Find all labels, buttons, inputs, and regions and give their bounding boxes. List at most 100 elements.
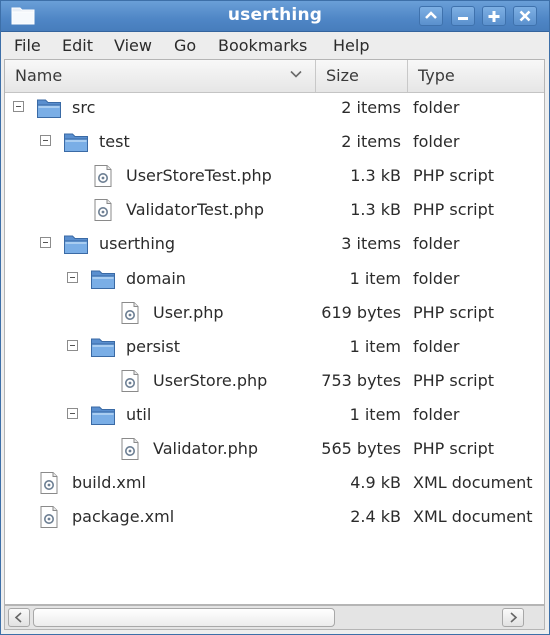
column-header-type[interactable]: Type [408, 60, 544, 92]
row-name: test [99, 132, 130, 152]
collapse-icon[interactable] [67, 407, 78, 419]
row-size: 4.9 kB [350, 473, 401, 493]
php-file-icon [117, 301, 143, 325]
menu-help[interactable]: Help [333, 36, 369, 55]
scroll-left-icon [14, 612, 22, 623]
collapse-icon[interactable] [40, 237, 51, 249]
table-row[interactable]: Validator.php 565 bytes PHP script [5, 432, 544, 466]
row-type: PHP script [413, 439, 494, 458]
row-size: 1.3 kB [350, 166, 401, 186]
maximize-button[interactable] [482, 6, 506, 26]
menu-bookmarks[interactable]: Bookmarks [218, 36, 307, 55]
collapse-icon[interactable] [67, 339, 78, 351]
shade-button[interactable] [419, 6, 443, 26]
table-row[interactable]: userthing 3 items folder [5, 227, 544, 261]
table-row[interactable]: User.php 619 bytes PHP script [5, 296, 544, 330]
scrollbar-thumb[interactable] [33, 608, 335, 627]
column-header-name-label: Name [15, 66, 63, 85]
row-size: 1.3 kB [350, 200, 401, 220]
row-name: ValidatorTest.php [126, 200, 265, 220]
row-type: XML document [413, 473, 533, 493]
row-size: 2.4 kB [350, 507, 401, 527]
scroll-right-icon [510, 612, 518, 623]
row-type: folder [413, 268, 460, 288]
table-row[interactable]: build.xml 4.9 kB XML document [5, 466, 544, 500]
row-name: util [126, 404, 152, 424]
file-list-view[interactable]: Name Size Type src 2 items folder test 2 ite… [4, 59, 545, 605]
menu-view[interactable]: View [114, 36, 152, 55]
row-type: folder [413, 132, 460, 152]
row-type: folder [413, 336, 460, 356]
column-header-bar: Name Size Type [5, 60, 544, 93]
row-size: 3 items [341, 234, 401, 254]
folder-icon [90, 335, 116, 359]
table-row[interactable]: ValidatorTest.php 1.3 kB PHP script [5, 193, 544, 227]
row-size: 1 item [349, 404, 401, 424]
xml-file-icon [36, 505, 62, 529]
row-type: PHP script [413, 302, 494, 322]
row-size: 1 item [349, 268, 401, 288]
collapse-icon[interactable] [40, 135, 51, 147]
row-name: UserStore.php [153, 370, 268, 390]
minimize-button[interactable] [451, 6, 475, 26]
php-file-icon [117, 437, 143, 461]
table-row[interactable]: domain 1 item folder [5, 262, 544, 296]
close-icon [519, 10, 531, 22]
close-button[interactable] [513, 6, 537, 26]
row-type: PHP script [413, 166, 494, 186]
row-size: 565 bytes [321, 439, 401, 458]
table-row[interactable]: UserStoreTest.php 1.3 kB PHP script [5, 159, 544, 193]
column-header-size-label: Size [326, 66, 359, 85]
scroll-right-button[interactable] [502, 608, 524, 627]
table-row[interactable]: util 1 item folder [5, 398, 544, 432]
row-name: Validator.php [153, 439, 259, 458]
table-row[interactable]: persist 1 item folder [5, 330, 544, 364]
row-name: domain [126, 268, 186, 288]
php-file-icon [90, 164, 116, 188]
row-name: userthing [99, 234, 176, 254]
collapse-icon[interactable] [13, 101, 24, 112]
row-name: package.xml [72, 507, 175, 527]
menu-file[interactable]: File [14, 36, 41, 55]
column-header-size[interactable]: Size [316, 60, 408, 92]
column-header-name[interactable]: Name [5, 60, 316, 92]
menu-go[interactable]: Go [174, 36, 196, 55]
php-file-icon [117, 369, 143, 393]
row-type: folder [413, 404, 460, 424]
row-name: UserStoreTest.php [126, 166, 272, 186]
folder-icon [63, 130, 89, 154]
horizontal-scrollbar[interactable] [4, 605, 545, 630]
row-name: build.xml [72, 473, 146, 493]
shade-icon [425, 11, 437, 19]
maximize-icon [488, 11, 500, 22]
scroll-left-button[interactable] [8, 608, 30, 627]
row-type: PHP script [413, 370, 494, 390]
table-row[interactable]: UserStore.php 753 bytes PHP script [5, 364, 544, 398]
collapse-icon[interactable] [67, 271, 78, 283]
row-size: 2 items [341, 132, 401, 152]
row-size: 753 bytes [321, 370, 401, 390]
row-size: 619 bytes [321, 302, 401, 322]
table-row[interactable]: src 2 items folder [5, 91, 544, 125]
menu-edit[interactable]: Edit [62, 36, 93, 55]
table-row[interactable]: test 2 items folder [5, 125, 544, 159]
php-file-icon [90, 198, 116, 222]
row-name: src [72, 98, 96, 117]
row-type: XML document [413, 507, 533, 527]
row-size: 2 items [341, 98, 401, 117]
menu-bar: File Edit View Go Bookmarks Help [1, 32, 549, 59]
chevron-down-icon [290, 70, 302, 78]
table-row[interactable]: package.xml 2.4 kB XML document [5, 500, 544, 534]
row-size: 1 item [349, 336, 401, 356]
folder-icon [90, 403, 116, 427]
title-bar[interactable]: userthing [1, 1, 549, 32]
folder-icon [36, 96, 62, 120]
row-type: folder [413, 98, 460, 117]
file-manager-window: userthing File Edit View Go Bookmarks He… [0, 0, 550, 635]
folder-icon [90, 267, 116, 291]
row-name: User.php [153, 302, 224, 322]
xml-file-icon [36, 471, 62, 495]
column-header-type-label: Type [418, 66, 455, 85]
row-name: persist [126, 336, 180, 356]
folder-icon [63, 232, 89, 256]
